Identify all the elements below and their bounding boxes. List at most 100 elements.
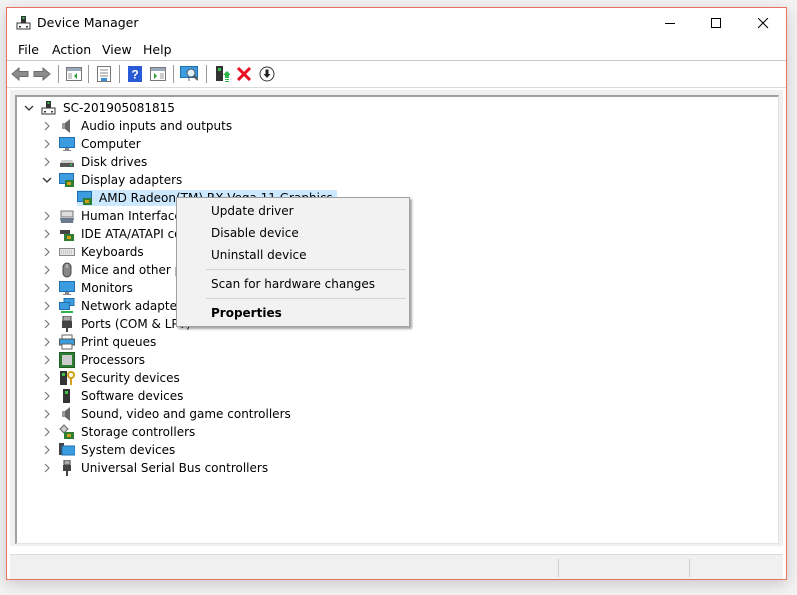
storage-controller-icon	[59, 424, 75, 440]
tree-item-label: Keyboards	[81, 245, 144, 259]
tree-item-label: Security devices	[81, 371, 180, 385]
expand-toggle[interactable]	[41, 243, 53, 261]
context-menu-disable-device[interactable]: Disable device	[211, 226, 299, 240]
minimize-button[interactable]	[647, 8, 693, 38]
title-bar[interactable]: Device Manager	[7, 8, 786, 38]
toolbar-separator	[173, 65, 174, 83]
show-hide-console-tree-button[interactable]	[65, 65, 83, 83]
tree-category-storage-controllers[interactable]: Storage controllers	[41, 423, 195, 441]
chevron-right-icon	[44, 247, 50, 257]
uninstall-device-button[interactable]	[235, 65, 253, 83]
tree-item-label: SC-201905081815	[63, 101, 175, 115]
toolbar-separator	[119, 65, 120, 83]
mouse-icon	[59, 262, 75, 278]
expand-toggle[interactable]	[41, 459, 53, 477]
security-device-icon	[59, 370, 75, 386]
expand-toggle[interactable]	[41, 135, 53, 153]
tree-category-processors[interactable]: Processors	[41, 351, 145, 369]
root-computer-icon	[41, 100, 57, 116]
tree-category-system-devices[interactable]: System devices	[41, 441, 175, 459]
tree-item-label: Audio inputs and outputs	[81, 119, 233, 133]
context-menu-update-driver[interactable]: Update driver	[211, 204, 294, 218]
forward-button[interactable]	[33, 65, 51, 83]
expand-toggle[interactable]	[41, 261, 53, 279]
properties-button[interactable]	[95, 65, 113, 83]
chevron-right-icon	[44, 463, 50, 473]
scan-hardware-button[interactable]	[180, 65, 198, 83]
expand-toggle[interactable]	[41, 207, 53, 225]
maximize-icon	[710, 17, 721, 28]
no-toggle	[59, 189, 71, 207]
computer-icon	[59, 136, 75, 152]
menu-action[interactable]: Action	[52, 42, 91, 57]
tree-category-disk-drives[interactable]: Disk drives	[41, 153, 147, 171]
expand-toggle[interactable]	[41, 279, 53, 297]
expand-toggle[interactable]	[41, 369, 53, 387]
chevron-right-icon	[44, 211, 50, 221]
tree-category-network-adapters[interactable]: Network adapters	[41, 297, 188, 315]
keyboard-icon	[59, 244, 75, 260]
menu-view[interactable]: View	[102, 42, 132, 57]
chevron-right-icon	[44, 121, 50, 131]
collapse-toggle[interactable]	[41, 171, 53, 189]
network-adapter-icon	[59, 298, 75, 314]
tree-item-label: Display adapters	[81, 173, 183, 187]
show-hide-console-tree-icon	[66, 67, 82, 81]
disable-device-button[interactable]	[258, 65, 276, 83]
tree-category-security-devices[interactable]: Security devices	[41, 369, 180, 387]
tree-root-computer[interactable]: SC-201905081815	[23, 99, 175, 117]
show-action-pane-button[interactable]	[149, 65, 167, 83]
ide-controller-icon	[59, 226, 75, 242]
expand-toggle[interactable]	[41, 225, 53, 243]
tree-category-sound-video-and-game-controllers[interactable]: Sound, video and game controllers	[41, 405, 291, 423]
chevron-down-icon	[42, 177, 52, 183]
tree-item-label: Monitors	[81, 281, 133, 295]
context-menu-uninstall-device[interactable]: Uninstall device	[211, 248, 307, 262]
tree-item-label: Universal Serial Bus controllers	[81, 461, 269, 475]
expand-toggle[interactable]	[41, 297, 53, 315]
processor-icon	[59, 352, 75, 368]
expand-toggle[interactable]	[41, 153, 53, 171]
properties-icon	[97, 66, 111, 82]
expand-toggle[interactable]	[41, 441, 53, 459]
chevron-right-icon	[44, 265, 50, 275]
tree-category-keyboards[interactable]: Keyboards	[41, 243, 144, 261]
menu-file[interactable]: File	[18, 42, 39, 57]
tree-category-audio-inputs-and-outputs[interactable]: Audio inputs and outputs	[41, 117, 232, 135]
menu-help[interactable]: Help	[143, 42, 172, 57]
uninstall-device-icon	[237, 67, 251, 81]
context-menu-properties[interactable]: Properties	[211, 306, 282, 320]
chevron-right-icon	[44, 139, 50, 149]
back-button[interactable]	[11, 65, 29, 83]
device-manager-app-icon	[16, 15, 32, 31]
tree-category-monitors[interactable]: Monitors	[41, 279, 133, 297]
tree-item-label: Network adapters	[81, 299, 189, 313]
update-driver-button[interactable]	[213, 65, 231, 83]
tree-category-print-queues[interactable]: Print queues	[41, 333, 156, 351]
tree-category-software-devices[interactable]: Software devices	[41, 387, 183, 405]
context-menu-scan-for-hardware-changes[interactable]: Scan for hardware changes	[211, 277, 375, 291]
collapse-toggle[interactable]	[23, 99, 35, 117]
expand-toggle[interactable]	[41, 405, 53, 423]
expand-toggle[interactable]	[41, 315, 53, 333]
tree-item-label: Software devices	[81, 389, 184, 403]
expand-toggle[interactable]	[41, 387, 53, 405]
close-button[interactable]	[740, 8, 786, 38]
expand-toggle[interactable]	[41, 423, 53, 441]
tree-category-display-adapters[interactable]: Display adapters	[41, 171, 182, 189]
tree-category-ports-com-lpt[interactable]: Ports (COM & LPT)	[41, 315, 191, 333]
expand-toggle[interactable]	[41, 351, 53, 369]
display-adapter-icon	[77, 190, 93, 206]
context-menu: Update driver Disable device Uninstall dev…	[176, 197, 410, 327]
tree-category-computer[interactable]: Computer	[41, 135, 141, 153]
chevron-right-icon	[44, 301, 50, 311]
expand-toggle[interactable]	[41, 333, 53, 351]
maximize-button[interactable]	[693, 8, 739, 38]
chevron-right-icon	[44, 391, 50, 401]
tree-item-label: Processors	[81, 353, 146, 367]
tree-category-universal-serial-bus-controllers[interactable]: Universal Serial Bus controllers	[41, 459, 268, 477]
back-arrow-icon	[11, 67, 29, 81]
help-button[interactable]: ?	[126, 65, 144, 83]
expand-toggle[interactable]	[41, 117, 53, 135]
port-icon	[59, 316, 75, 332]
